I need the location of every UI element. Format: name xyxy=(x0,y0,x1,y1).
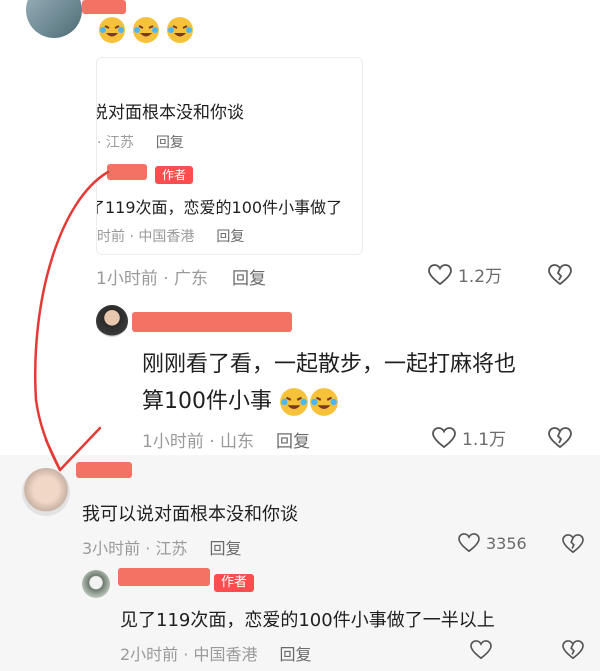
annotation-arrow xyxy=(34,170,110,472)
